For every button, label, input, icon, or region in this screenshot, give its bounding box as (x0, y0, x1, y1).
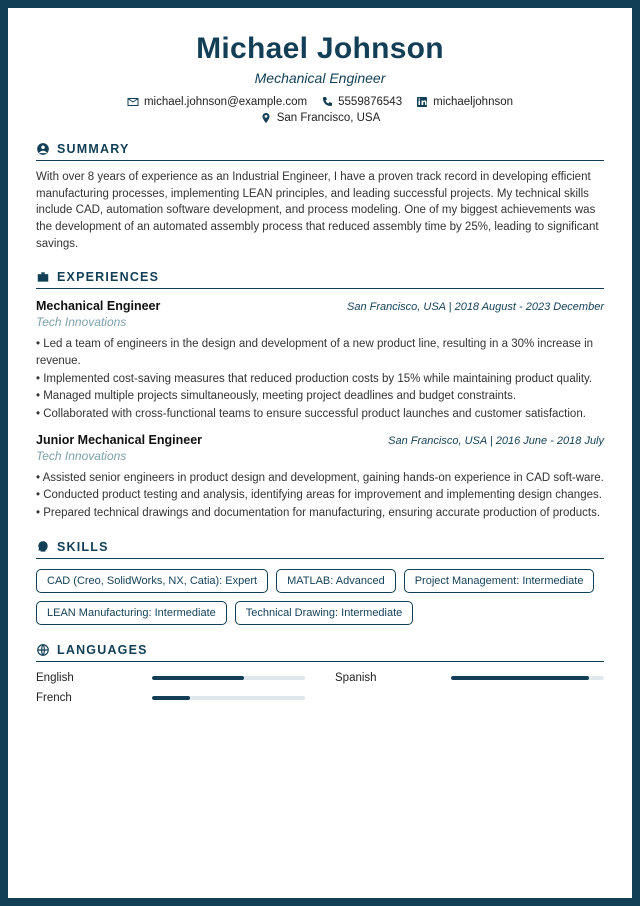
language-row: Spanish (335, 672, 604, 684)
job-item: Junior Mechanical Engineer San Francisco… (36, 433, 604, 522)
job-role: Mechanical Engineer (36, 70, 604, 86)
summary-heading: SUMMARY (36, 142, 604, 161)
job-meta: San Francisco, USA | 2018 August - 2023 … (347, 301, 604, 313)
bullet: • Implemented cost-saving measures that … (36, 371, 604, 388)
briefcase-icon (36, 270, 50, 284)
level-bar (152, 696, 305, 700)
location-text: San Francisco, USA (277, 112, 381, 124)
experiences-label: EXPERIENCES (57, 270, 159, 284)
bullet: • Collaborated with cross-functional tea… (36, 406, 604, 423)
bullet: • Managed multiple projects simultaneous… (36, 388, 604, 405)
level-bar (451, 676, 604, 680)
location-item: San Francisco, USA (260, 112, 381, 124)
bullet: • Prepared technical drawings and docume… (36, 505, 604, 522)
pin-icon (260, 112, 272, 124)
phone-icon (321, 96, 333, 108)
job-company: Tech Innovations (36, 315, 604, 329)
experiences-heading: EXPERIENCES (36, 270, 604, 289)
phone-item: 5559876543 (321, 96, 402, 108)
job-title: Mechanical Engineer (36, 299, 160, 313)
level-bar (152, 676, 305, 680)
language-name: Spanish (335, 672, 435, 684)
head-icon (36, 540, 50, 554)
job-bullets: • Led a team of engineers in the design … (36, 336, 604, 422)
language-row: English (36, 672, 305, 684)
level-fill (152, 676, 244, 680)
bullet: • Conducted product testing and analysis… (36, 487, 604, 504)
job-meta: San Francisco, USA | 2016 June - 2018 Ju… (388, 435, 604, 447)
contact-row-2: San Francisco, USA (36, 112, 604, 124)
skill-pill: LEAN Manufacturing: Intermediate (36, 601, 227, 625)
skill-pill: Project Management: Intermediate (404, 569, 595, 593)
job-title: Junior Mechanical Engineer (36, 433, 202, 447)
phone-text: 5559876543 (338, 96, 402, 108)
job-header: Junior Mechanical Engineer San Francisco… (36, 433, 604, 447)
language-name: English (36, 672, 136, 684)
email-text: michael.johnson@example.com (144, 96, 307, 108)
skill-pill: CAD (Creo, SolidWorks, NX, Catia): Exper… (36, 569, 268, 593)
job-item: Mechanical Engineer San Francisco, USA |… (36, 299, 604, 422)
job-company: Tech Innovations (36, 449, 604, 463)
summary-text: With over 8 years of experience as an In… (36, 169, 604, 252)
mail-icon (127, 96, 139, 108)
summary-label: SUMMARY (57, 142, 130, 156)
resume-page: Michael Johnson Mechanical Engineer mich… (0, 0, 640, 906)
job-bullets: • Assisted senior engineers in product d… (36, 470, 604, 522)
bullet: • Assisted senior engineers in product d… (36, 470, 604, 487)
languages-heading: LANGUAGES (36, 643, 604, 662)
skill-pill: MATLAB: Advanced (276, 569, 396, 593)
email-item: michael.johnson@example.com (127, 96, 307, 108)
user-icon (36, 142, 50, 156)
header: Michael Johnson Mechanical Engineer mich… (36, 32, 604, 124)
skills-label: SKILLS (57, 540, 109, 554)
bullet: • Led a team of engineers in the design … (36, 336, 604, 369)
linkedin-text: michaeljohnson (433, 96, 513, 108)
globe-icon (36, 643, 50, 657)
linkedin-item: michaeljohnson (416, 96, 513, 108)
skill-pill: Technical Drawing: Intermediate (235, 601, 414, 625)
linkedin-icon (416, 96, 428, 108)
full-name: Michael Johnson (36, 32, 604, 66)
skills-heading: SKILLS (36, 540, 604, 559)
language-name: French (36, 692, 136, 704)
languages-list: English Spanish French (36, 672, 604, 704)
language-row: French (36, 692, 305, 704)
level-fill (451, 676, 589, 680)
languages-label: LANGUAGES (57, 643, 148, 657)
skills-list: CAD (Creo, SolidWorks, NX, Catia): Exper… (36, 569, 604, 625)
level-fill (152, 696, 190, 700)
contact-row-1: michael.johnson@example.com 5559876543 m… (36, 96, 604, 108)
job-header: Mechanical Engineer San Francisco, USA |… (36, 299, 604, 313)
